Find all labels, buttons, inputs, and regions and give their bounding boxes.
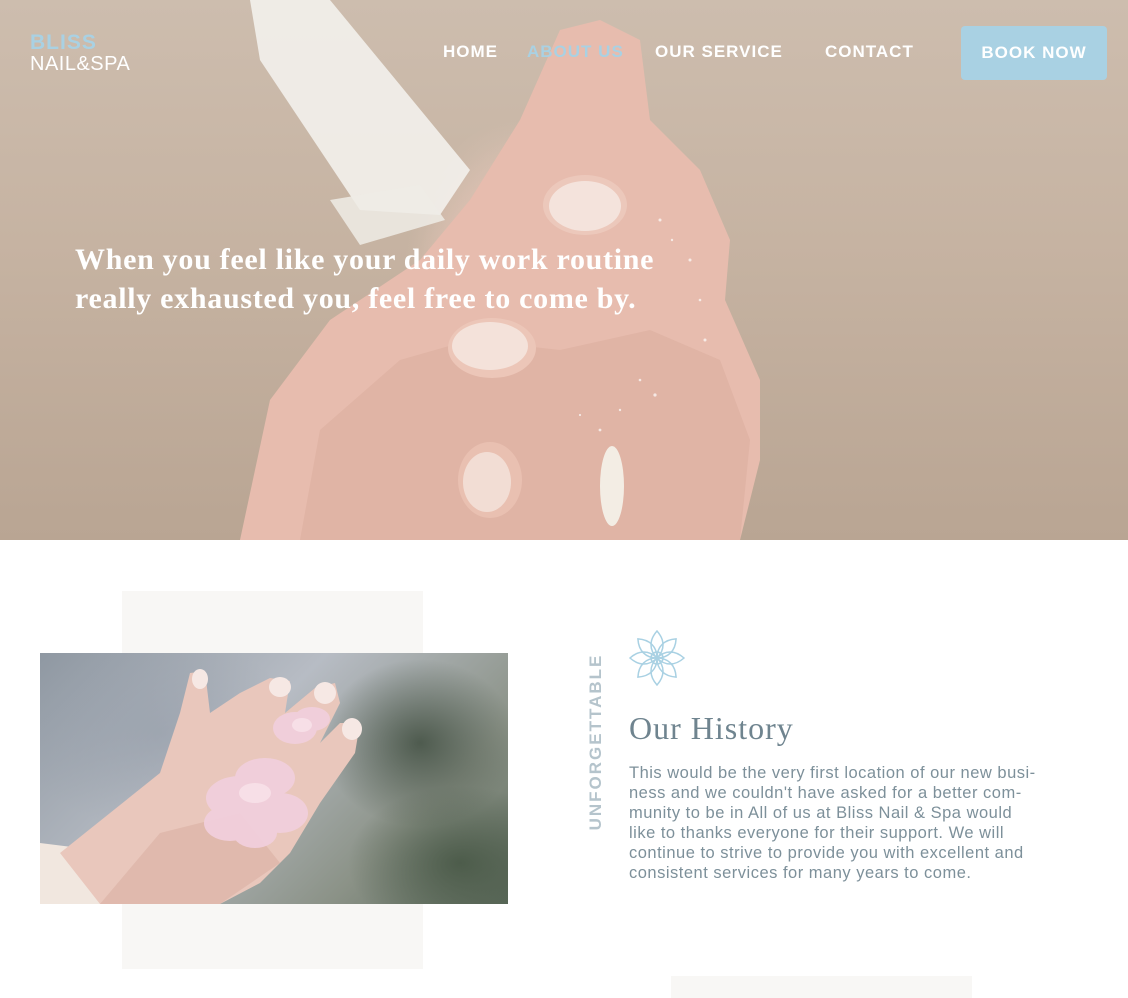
book-now-button[interactable]: BOOK NOW xyxy=(961,26,1107,80)
nav-item-home[interactable]: HOME xyxy=(443,42,498,62)
nav-item-about-us[interactable]: ABOUT US xyxy=(527,42,624,62)
history-photo xyxy=(40,653,508,904)
brand-logo[interactable]: BLISS NAIL&SPA xyxy=(30,31,131,76)
hero-headline: When you feel like your daily work routi… xyxy=(75,240,695,318)
history-body: This would be the very first location of… xyxy=(629,763,1069,883)
hero-banner: BLISS NAIL&SPA HOME ABOUT US OUR SERVICE… xyxy=(0,0,1128,540)
history-body-line: continue to strive to provide you with e… xyxy=(629,844,1024,862)
section-vertical-label: UNFORGETTABLE xyxy=(586,653,605,831)
history-body-line: munity to be in All of us at Bliss Nail … xyxy=(629,804,1013,822)
history-title: Our History xyxy=(629,710,794,746)
history-body-line: consistent services for many years to co… xyxy=(629,864,972,882)
brand-name-bottom: NAIL&SPA xyxy=(30,53,131,76)
hand-flower-image xyxy=(40,669,362,904)
decorative-panel-bottom xyxy=(671,976,972,998)
brand-name-top: BLISS xyxy=(30,31,97,54)
history-body-line: like to thanks everyone for their suppor… xyxy=(629,824,1005,842)
nav-item-contact[interactable]: CONTACT xyxy=(825,42,914,62)
hero-headline-line-2: really exhausted you, feel free to come … xyxy=(75,282,637,315)
hero-headline-line-1: When you feel like your daily work routi… xyxy=(75,243,655,276)
history-body-line: This would be the very first location of… xyxy=(629,764,1036,782)
lotus-icon xyxy=(628,629,686,687)
history-body-line: ness and we couldn't have asked for a be… xyxy=(629,784,1022,802)
nav-item-our-service[interactable]: OUR SERVICE xyxy=(655,42,783,62)
